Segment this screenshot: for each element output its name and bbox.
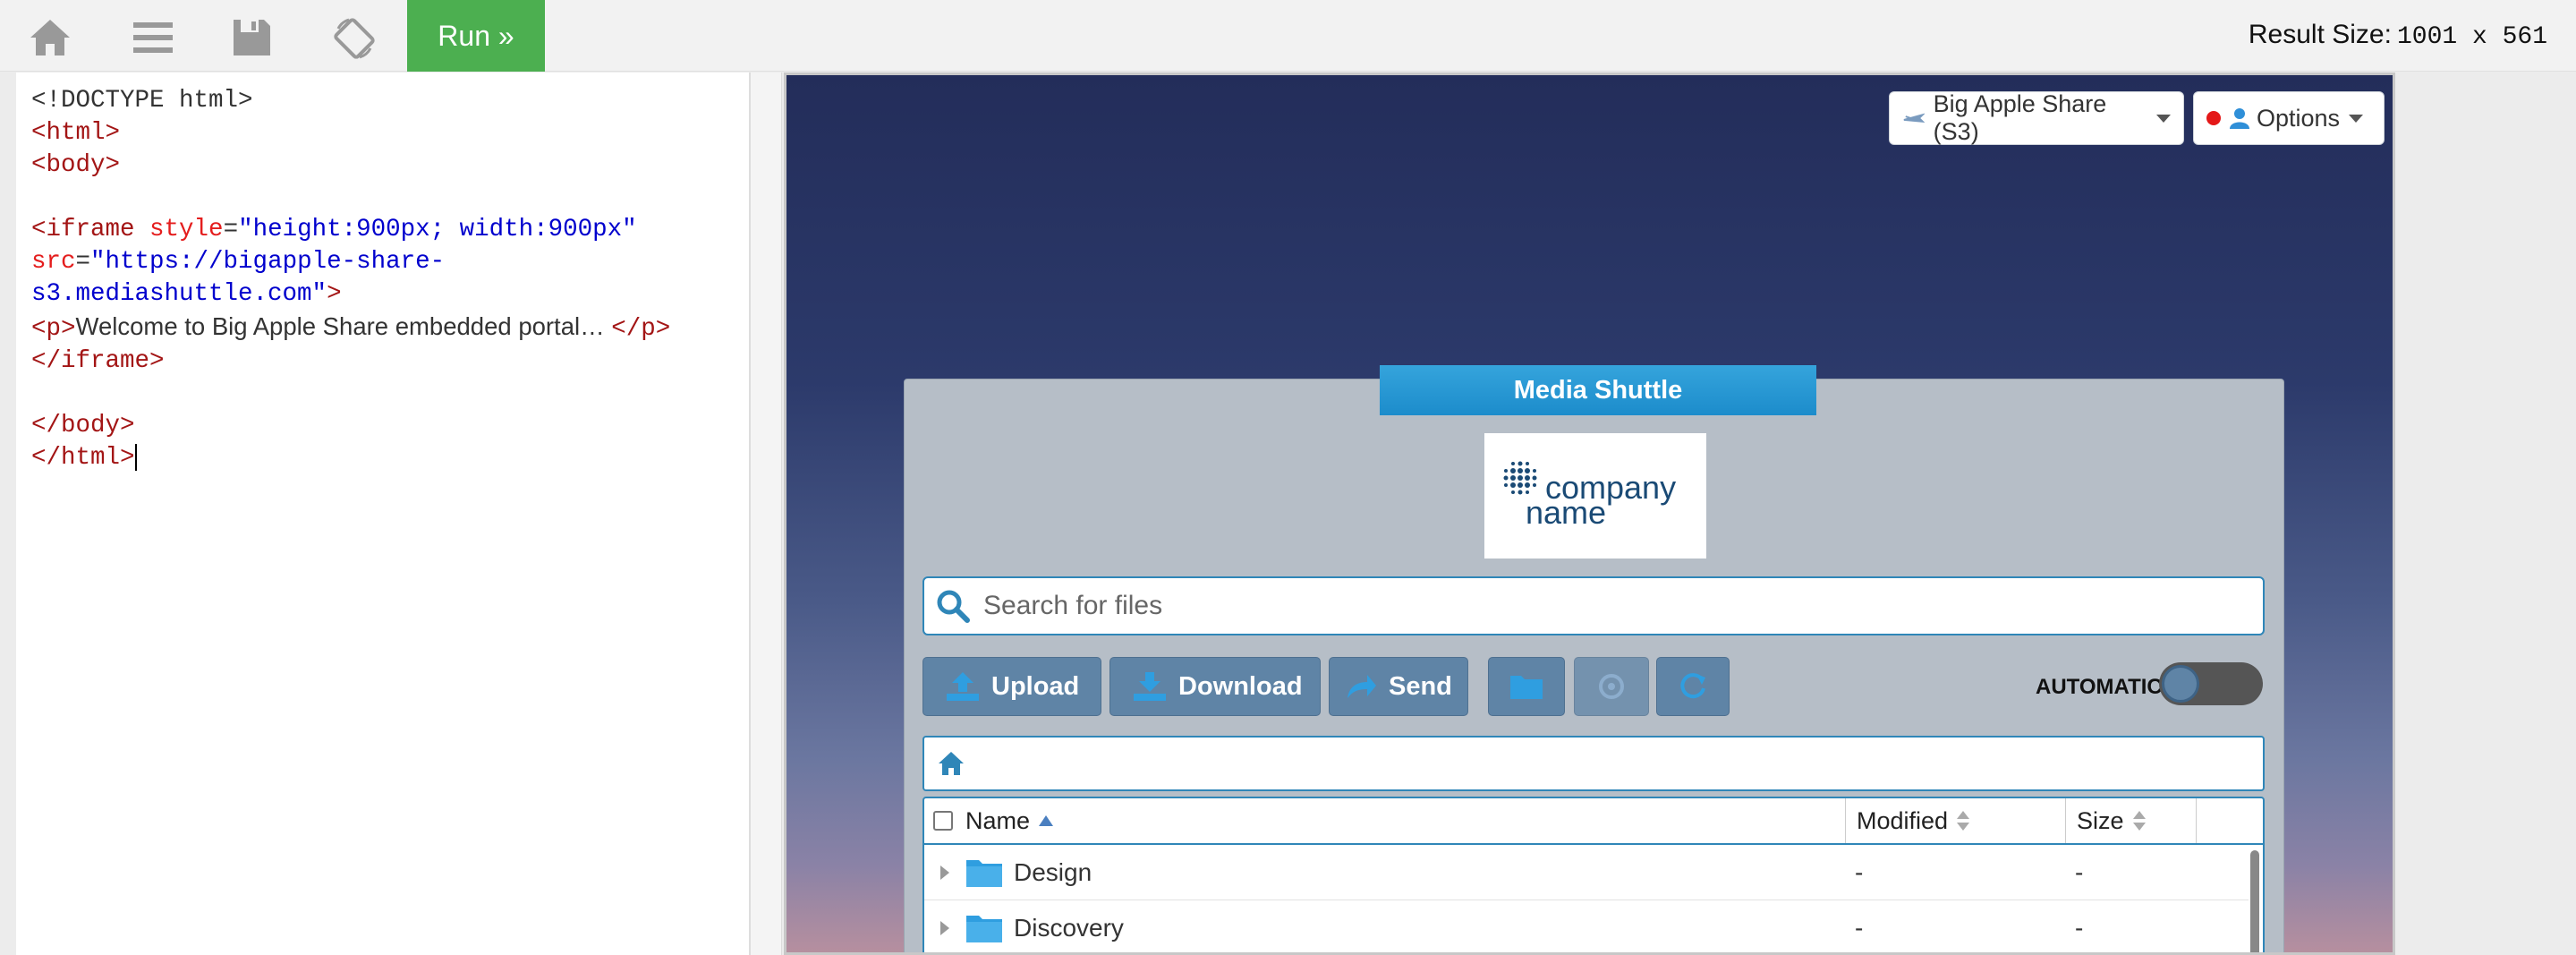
pane-divider[interactable] bbox=[750, 72, 782, 955]
send-arrow-icon bbox=[1348, 675, 1376, 698]
breadcrumb bbox=[922, 736, 2265, 791]
file-modified: - bbox=[1855, 914, 1864, 942]
top-toolbar: Run » Result Size: 1001 x 561 bbox=[0, 0, 2576, 72]
share-dropdown-label: Big Apple Share (S3) bbox=[1933, 90, 2107, 145]
code-token: <p> bbox=[31, 315, 76, 343]
menu-icon[interactable] bbox=[130, 14, 176, 61]
file-name: Design bbox=[1014, 858, 1092, 886]
upload-label: Upload bbox=[991, 671, 1080, 701]
search-placeholder: Search for files bbox=[983, 591, 1163, 620]
save-icon[interactable] bbox=[228, 14, 275, 61]
text-cursor bbox=[134, 443, 137, 471]
home-icon[interactable] bbox=[937, 750, 965, 777]
select-all-checkbox[interactable] bbox=[933, 811, 953, 831]
refresh-icon bbox=[1680, 673, 1705, 699]
options-dropdown-label: Options bbox=[2257, 104, 2341, 132]
properties-icon bbox=[1599, 674, 1624, 699]
size-header-label: Size bbox=[2077, 806, 2124, 834]
name-column-header[interactable]: Name bbox=[924, 798, 1846, 843]
download-button[interactable]: Download bbox=[1109, 657, 1321, 716]
code-text[interactable]: <!DOCTYPE html> <html> <body> <iframe st… bbox=[31, 85, 670, 474]
send-button[interactable]: Send bbox=[1329, 657, 1468, 716]
code-token: style bbox=[149, 216, 224, 243]
send-label: Send bbox=[1389, 671, 1452, 701]
chevron-down-icon bbox=[2156, 114, 2171, 123]
file-name: Discovery bbox=[1014, 914, 1124, 942]
sort-asc-icon bbox=[1039, 815, 1054, 826]
properties-button[interactable] bbox=[1574, 657, 1649, 716]
upload-icon bbox=[947, 672, 979, 701]
size-column-header[interactable]: Size bbox=[2066, 798, 2197, 843]
file-modified: - bbox=[1855, 858, 1864, 886]
code-token: "https://bigapple-share- bbox=[90, 248, 446, 276]
status-dot-icon bbox=[2206, 111, 2221, 125]
plane-icon bbox=[1903, 113, 1925, 123]
code-token: Welcome to Big Apple Share embedded port… bbox=[75, 312, 612, 340]
code-line: <!DOCTYPE html> bbox=[31, 87, 253, 115]
search-icon bbox=[937, 590, 970, 623]
media-shuttle-panel: Media Shuttle company name Search for fi… bbox=[904, 365, 2284, 952]
download-icon bbox=[1134, 672, 1166, 701]
table-header: Name Modified Size bbox=[924, 798, 2263, 845]
code-token: src bbox=[31, 248, 76, 276]
folder-icon bbox=[965, 845, 1003, 900]
folder-icon bbox=[1510, 676, 1543, 699]
share-dropdown[interactable]: Big Apple Share (S3) bbox=[1889, 90, 2184, 145]
code-token: > bbox=[327, 280, 342, 308]
sort-icon bbox=[2132, 811, 2146, 831]
expand-arrow-icon[interactable] bbox=[940, 900, 949, 952]
app-title: Media Shuttle bbox=[1380, 365, 1816, 415]
modified-header-label: Modified bbox=[1857, 806, 1949, 834]
automatic-toggle[interactable] bbox=[2159, 662, 2263, 705]
search-input[interactable]: Search for files bbox=[922, 576, 2265, 635]
code-line: <html> bbox=[31, 119, 121, 147]
refresh-button[interactable] bbox=[1656, 657, 1730, 716]
file-size: - bbox=[2075, 858, 2084, 886]
code-token: s3.mediashuttle.com" bbox=[31, 280, 327, 308]
expand-arrow-icon[interactable] bbox=[940, 845, 949, 900]
upload-button[interactable]: Upload bbox=[922, 657, 1101, 716]
sort-icon bbox=[1957, 811, 1970, 831]
table-row[interactable]: Design - - bbox=[924, 845, 2249, 900]
vertical-scrollbar[interactable] bbox=[2250, 850, 2259, 952]
code-line: </iframe> bbox=[31, 347, 165, 375]
user-icon bbox=[2230, 108, 2249, 129]
options-dropdown[interactable]: Options bbox=[2193, 91, 2385, 145]
code-token: </p> bbox=[611, 315, 671, 343]
result-size-label: Result Size: bbox=[2248, 20, 2392, 49]
logo-text-line2: name bbox=[1526, 494, 1607, 531]
file-table: Name Modified Size Design - - Discovery … bbox=[922, 797, 2265, 952]
file-size: - bbox=[2075, 914, 2084, 942]
code-token: <iframe bbox=[31, 216, 135, 243]
folder-icon bbox=[965, 900, 1003, 952]
code-line: <body> bbox=[31, 151, 121, 179]
result-size-value: 1001 x 561 bbox=[2396, 23, 2547, 51]
name-header-label: Name bbox=[965, 806, 1031, 834]
download-label: Download bbox=[1178, 671, 1303, 701]
code-editor[interactable]: <!DOCTYPE html> <html> <body> <iframe st… bbox=[16, 72, 750, 955]
code-token: "height:900px; width:900px" bbox=[238, 216, 637, 243]
run-button[interactable]: Run » bbox=[407, 0, 545, 72]
result-pane: Big Apple Share (S3) Options Media Shutt… bbox=[782, 72, 2397, 955]
automatic-label: AUTOMATIC bbox=[2036, 675, 2163, 699]
result-size-readout: Result Size: 1001 x 561 bbox=[2249, 20, 2547, 51]
new-folder-button[interactable] bbox=[1488, 657, 1565, 716]
toggle-knob bbox=[2162, 665, 2199, 703]
modified-column-header[interactable]: Modified bbox=[1846, 798, 2066, 843]
company-logo: company name bbox=[1484, 433, 1706, 559]
rotate-icon[interactable] bbox=[331, 14, 378, 61]
result-iframe: Big Apple Share (S3) Options Media Shutt… bbox=[784, 72, 2395, 955]
code-line: </body> bbox=[31, 412, 135, 439]
home-icon[interactable] bbox=[27, 14, 73, 61]
code-line: </html> bbox=[31, 444, 135, 472]
table-row[interactable]: Discovery - - bbox=[924, 900, 2249, 952]
chevron-down-icon bbox=[2349, 114, 2364, 123]
